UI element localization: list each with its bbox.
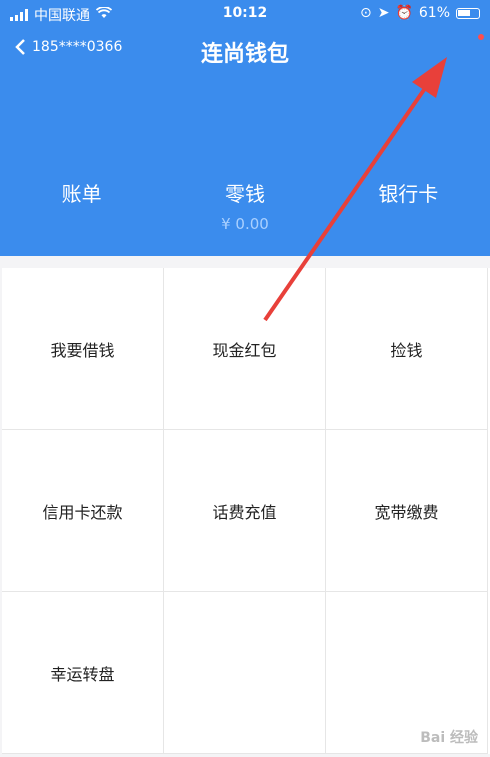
service-credit-card-repay[interactable]: 信用卡还款 <box>2 430 164 592</box>
location-icon: ➤ <box>377 5 390 21</box>
service-borrow-money[interactable]: 我要借钱 <box>2 268 164 430</box>
tab-change-label: 零钱 <box>224 182 265 206</box>
service-grid: 我要借钱 现金红包 捡钱 信用卡还款 话费充值 宽带缴费 幸运转盘 <box>2 268 490 754</box>
nav-bar: 185****0366 连尚钱包 <box>0 32 490 72</box>
notification-dot[interactable] <box>478 34 484 40</box>
wallet-tabs: 账单 零钱 ¥ 0.00 银行卡 <box>0 178 490 238</box>
tab-bill[interactable]: 账单 <box>0 178 163 238</box>
back-button[interactable]: 185****0366 <box>14 38 122 56</box>
service-broadband-payment[interactable]: 宽带缴费 <box>326 430 488 592</box>
status-bar: 中国联通 10:12 ⊙ ➤ ⏰ 61% <box>0 0 490 28</box>
battery-icon <box>456 7 480 19</box>
service-lucky-wheel[interactable]: 幸运转盘 <box>2 592 164 754</box>
chevron-left-icon <box>15 39 25 55</box>
wallet-header: 中国联通 10:12 ⊙ ➤ ⏰ 61% 185****0366 连尚钱包 账单… <box>0 0 490 256</box>
service-cash-red-packet[interactable]: 现金红包 <box>164 268 326 430</box>
tab-bank-card-label: 银行卡 <box>378 182 439 206</box>
service-phone-recharge[interactable]: 话费充值 <box>164 430 326 592</box>
service-pick-money[interactable]: 捡钱 <box>326 268 488 430</box>
grid-row: 我要借钱 现金红包 捡钱 <box>2 268 490 430</box>
grid-row: 幸运转盘 <box>2 592 490 754</box>
tab-change[interactable]: 零钱 ¥ 0.00 <box>163 178 326 238</box>
alarm-icon: ⏰ <box>395 5 413 21</box>
change-balance: ¥ 0.00 <box>221 215 269 233</box>
tab-bill-label: 账单 <box>61 182 102 206</box>
rotation-lock-icon: ⊙ <box>359 5 372 21</box>
tab-bank-card[interactable]: 银行卡 <box>327 178 490 238</box>
empty-cell <box>164 592 326 754</box>
grid-row: 信用卡还款 话费充值 宽带缴费 <box>2 430 490 592</box>
watermark-logo: Bai 经验 <box>420 730 478 746</box>
back-phone-label: 185****0366 <box>32 39 123 55</box>
battery-percent: 61% <box>418 5 450 21</box>
